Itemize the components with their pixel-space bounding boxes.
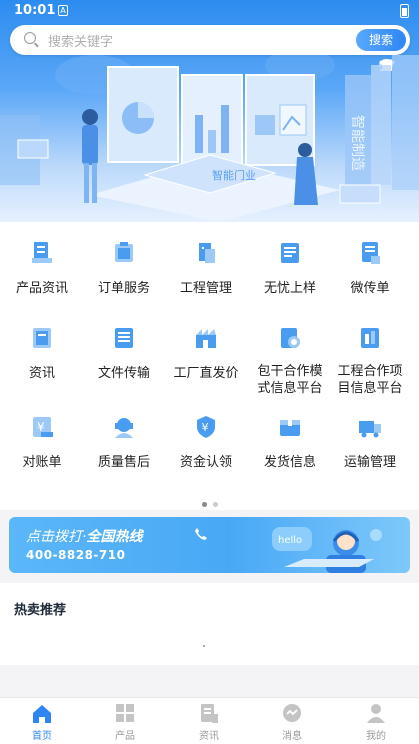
tab-item[interactable]: 资讯 bbox=[179, 702, 239, 742]
tab-item[interactable]: 我的 bbox=[346, 702, 406, 742]
battery-icon bbox=[400, 4, 409, 18]
page-indicator-dot[interactable] bbox=[212, 502, 218, 507]
menu-item-label: 对账单 bbox=[22, 455, 62, 470]
tab-label: 产品 bbox=[115, 731, 135, 742]
sample-icon bbox=[277, 240, 303, 266]
menu-item[interactable]: ¥ 资金认领 bbox=[164, 414, 248, 471]
menu-item[interactable]: 质量售后 bbox=[82, 414, 166, 471]
hot-recommend-title: 热卖推荐 bbox=[14, 603, 67, 618]
page-indicator-dot[interactable] bbox=[201, 502, 207, 507]
menu-item[interactable]: 包干合作模式信息平台 bbox=[248, 325, 332, 397]
hotline-banner[interactable]: 点击拨打·全国热线 400-8828-710 hello bbox=[9, 517, 410, 573]
customer-service-illustration: hello bbox=[272, 527, 382, 573]
tab-label: 我的 bbox=[366, 731, 386, 742]
menu-item-label: 运输管理 bbox=[343, 455, 396, 470]
tab-item[interactable]: 产品 bbox=[95, 702, 155, 742]
hero-logo-text: 智能门业 bbox=[212, 168, 256, 182]
search-bar[interactable]: 搜索关键字 搜索 bbox=[10, 25, 410, 55]
search-input[interactable]: 搜索关键字 bbox=[48, 31, 113, 50]
notification-icon: A bbox=[58, 5, 68, 16]
status-bar: 10:01 A bbox=[0, 0, 419, 71]
menu-item[interactable]: 微传单 bbox=[328, 240, 412, 297]
menu-item-label: 订单服务 bbox=[97, 281, 150, 296]
order-service-icon bbox=[111, 240, 137, 266]
menu-item[interactable]: 订单服务 bbox=[82, 240, 166, 297]
statement-icon: ¥ bbox=[29, 414, 55, 440]
project-management-icon bbox=[193, 240, 219, 266]
menu-item[interactable]: ¥ 对账单 bbox=[0, 414, 84, 471]
menu-item-label: 包干合作模式信息平台 bbox=[257, 364, 323, 396]
product-info-icon bbox=[29, 240, 55, 266]
svg-text:¥: ¥ bbox=[37, 420, 45, 434]
hotline-number: 400-8828-710 bbox=[26, 548, 126, 562]
menu-item[interactable]: 工程管理 bbox=[164, 240, 248, 297]
menu-item-label: 资讯 bbox=[28, 366, 55, 381]
bubble-text: hello bbox=[278, 535, 302, 546]
menu-item[interactable]: 资讯 bbox=[0, 325, 84, 382]
hero-illustration: 智能门业 智能制造 bbox=[0, 55, 419, 222]
menu-item-label: 资金认领 bbox=[179, 455, 232, 470]
menu-item-label: 产品资讯 bbox=[15, 281, 68, 296]
project-platform-icon bbox=[357, 325, 383, 351]
tab-label: 消息 bbox=[282, 731, 302, 742]
user-icon bbox=[365, 702, 387, 724]
menu-item[interactable]: 工厂直发价 bbox=[164, 325, 248, 382]
status-time: 10:01 bbox=[14, 3, 56, 18]
factory-price-icon bbox=[193, 325, 219, 351]
menu-item-label: 工程合作项目信息平台 bbox=[337, 364, 403, 396]
menu-item-label: 工厂直发价 bbox=[173, 366, 239, 381]
news-icon bbox=[29, 325, 55, 351]
menu-item[interactable]: 产品资讯 bbox=[0, 240, 84, 297]
menu-item[interactable]: 工程合作项目信息平台 bbox=[328, 325, 412, 397]
file-transfer-icon bbox=[111, 325, 137, 351]
document-icon bbox=[198, 702, 220, 724]
menu-item-label: 微传单 bbox=[350, 281, 390, 296]
loading-dot bbox=[203, 645, 205, 647]
flyer-icon bbox=[357, 240, 383, 266]
menu-item[interactable]: 发货信息 bbox=[248, 414, 332, 471]
menu-item-label: 发货信息 bbox=[263, 455, 316, 470]
menu-item-label: 无忧上样 bbox=[263, 281, 316, 296]
menu-item[interactable]: 无忧上样 bbox=[248, 240, 332, 297]
menu-item-label: 工程管理 bbox=[179, 281, 232, 296]
phone-icon bbox=[195, 528, 207, 540]
chat-icon bbox=[281, 702, 303, 724]
menu-item-label: 文件传输 bbox=[97, 366, 150, 381]
svg-text:¥: ¥ bbox=[202, 421, 209, 434]
page-indicator bbox=[0, 492, 419, 511]
search-button[interactable]: 搜索 bbox=[356, 29, 406, 51]
transport-icon bbox=[357, 414, 383, 440]
shipping-info-icon bbox=[277, 414, 303, 440]
tab-label: 资讯 bbox=[199, 731, 219, 742]
bottom-tab-bar: 首页 产品 资讯 消息 我的 bbox=[0, 697, 419, 744]
tab-item[interactable]: 首页 bbox=[12, 702, 72, 742]
after-sales-icon bbox=[111, 414, 137, 440]
fund-claim-icon: ¥ bbox=[193, 414, 219, 440]
tab-item[interactable]: 消息 bbox=[262, 702, 322, 742]
tab-label: 首页 bbox=[32, 731, 52, 742]
hotline-title: 点击拨打·全国热线 bbox=[26, 529, 143, 545]
feature-menu: 产品资讯 订单服务 工程管理 无忧上样 微传单资讯 文件传输 工厂直发价 包干合作模式信息平台… bbox=[0, 222, 419, 510]
grid-icon bbox=[114, 702, 136, 724]
menu-item[interactable]: 运输管理 bbox=[328, 414, 412, 471]
menu-item-label: 质量售后 bbox=[97, 455, 150, 470]
hot-recommend-section: 热卖推荐 bbox=[0, 583, 419, 665]
search-icon bbox=[24, 32, 36, 44]
hero-banner: 10:01 A 搜索关键字 搜索 智能门业 智能制造 bbox=[0, 0, 419, 222]
home-icon bbox=[31, 702, 53, 724]
menu-item[interactable]: 文件传输 bbox=[82, 325, 166, 382]
hero-side-text: 智能制造 bbox=[349, 115, 365, 171]
contract-platform-icon bbox=[277, 325, 303, 351]
hotline-title-strong: 全国热线 bbox=[86, 529, 143, 545]
